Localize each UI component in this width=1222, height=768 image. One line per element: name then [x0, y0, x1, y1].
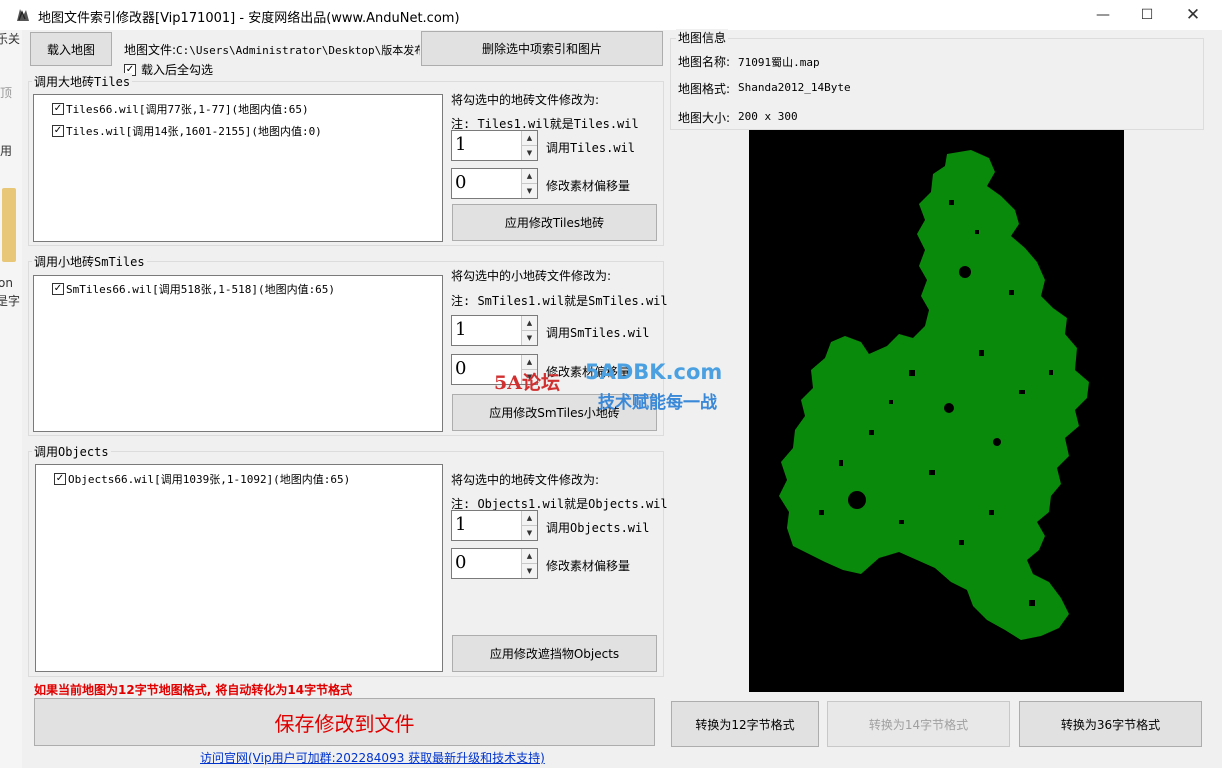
- list-item[interactable]: ✓ Tiles.wil[调用14张,1601-2155](地图内值:0): [52, 120, 442, 142]
- tiles-group-label: 调用大地砖Tiles: [32, 73, 133, 90]
- chevron-up-icon[interactable]: ▲: [522, 169, 537, 184]
- map-preview: [749, 130, 1124, 692]
- checkbox-icon: ✓: [52, 125, 64, 137]
- map-info-group-label: 地图信息: [676, 29, 729, 46]
- apply-objects-button[interactable]: 应用修改遮挡物Objects: [452, 635, 657, 672]
- list-item-label: Tiles.wil[调用14张,1601-2155](地图内值:0): [66, 125, 322, 138]
- objects-spin1-label: 调用Objects.wil: [546, 521, 650, 535]
- map-file-label: 地图文件:: [124, 43, 177, 57]
- tiles-modify-label: 将勾选中的地砖文件修改为:: [451, 93, 600, 107]
- checkbox-icon: ✓: [52, 283, 64, 295]
- chevron-down-icon[interactable]: ▼: [522, 526, 537, 540]
- edge-fragment: on: [0, 276, 13, 290]
- chevron-down-icon[interactable]: ▼: [522, 370, 537, 384]
- window-title: 地图文件索引修改器[Vip171001] - 安度网络出品(www.AnduNe…: [38, 11, 460, 26]
- edge-fragment: 是字: [0, 294, 21, 308]
- tiles-listbox[interactable]: ✓ Tiles66.wil[调用77张,1-77](地图内值:65) ✓ Til…: [33, 94, 443, 242]
- map-file-path: C:\Users\Administrator\Desktop\版本发布\: [176, 44, 420, 57]
- chevron-up-icon[interactable]: ▲: [522, 131, 537, 146]
- convert-12byte-button[interactable]: 转换为12字节格式: [671, 701, 819, 747]
- map-name-label: 地图名称:: [678, 55, 731, 69]
- stepper-value: 0: [455, 172, 467, 193]
- chevron-down-icon[interactable]: ▼: [522, 184, 537, 198]
- stepper-value: 0: [455, 552, 467, 573]
- edge-fragment: 乐关: [0, 32, 21, 46]
- checkbox-icon: ✓: [54, 473, 66, 485]
- official-site-link[interactable]: 访问官网(Vip用户可加群:202284093 获取最新升级和技术支持): [200, 749, 545, 766]
- objects-modify-label: 将勾选中的地砖文件修改为:: [451, 473, 600, 487]
- tiles-offset-stepper[interactable]: 0 ▲ ▼: [451, 168, 538, 199]
- objects-spin2-label: 修改素材偏移量: [546, 559, 631, 573]
- apply-tiles-button[interactable]: 应用修改Tiles地砖: [452, 204, 657, 241]
- map-format-label: 地图格式:: [678, 82, 731, 96]
- stepper-value: 0: [455, 358, 467, 379]
- chevron-down-icon[interactable]: ▼: [522, 146, 537, 160]
- chevron-up-icon[interactable]: ▲: [522, 511, 537, 526]
- tiles-spin2-label: 修改素材偏移量: [546, 179, 631, 193]
- chevron-down-icon[interactable]: ▼: [522, 331, 537, 345]
- app-icon: [17, 9, 29, 21]
- stepper-value: 1: [455, 134, 467, 155]
- chevron-up-icon[interactable]: ▲: [522, 549, 537, 564]
- list-item[interactable]: ✓ Objects66.wil[调用1039张,1-1092](地图内值:65): [54, 468, 442, 490]
- tiles-spin1-label: 调用Tiles.wil: [546, 141, 636, 155]
- stepper-value: 1: [455, 514, 467, 535]
- convert-14byte-button[interactable]: 转换为14字节格式: [827, 701, 1010, 747]
- chevron-up-icon[interactable]: ▲: [522, 355, 537, 370]
- stepper-value: 1: [455, 319, 467, 340]
- list-item-label: Objects66.wil[调用1039张,1-1092](地图内值:65): [68, 473, 351, 486]
- save-button[interactable]: 保存修改到文件: [34, 698, 655, 746]
- tiles-index-stepper[interactable]: 1 ▲ ▼: [451, 130, 538, 161]
- list-item-label: SmTiles66.wil[调用518张,1-518](地图内值:65): [66, 283, 336, 296]
- background-window-edge: 乐关 顶 用 on 是字: [0, 30, 22, 768]
- load-map-button[interactable]: 载入地图: [30, 32, 112, 66]
- map-format-value: Shanda2012_14Byte: [738, 81, 851, 94]
- smtiles-index-stepper[interactable]: 1 ▲ ▼: [451, 315, 538, 346]
- convert-36byte-button[interactable]: 转换为36字节格式: [1019, 701, 1202, 747]
- objects-offset-stepper[interactable]: 0 ▲ ▼: [451, 548, 538, 579]
- checkbox-icon: ✓: [52, 103, 64, 115]
- edge-fragment: 用: [0, 144, 13, 158]
- map-size-label: 地图大小:: [678, 111, 731, 125]
- chevron-up-icon[interactable]: ▲: [522, 316, 537, 331]
- smtiles-spin2-label: 修改素材偏移量: [546, 365, 631, 379]
- smtiles-note: 注: SmTiles1.wil就是SmTiles.wil: [451, 294, 668, 308]
- format-warning: 如果当前地图为12字节地图格式, 将自动转化为14字节格式: [34, 683, 353, 697]
- objects-listbox[interactable]: ✓ Objects66.wil[调用1039张,1-1092](地图内值:65): [35, 464, 443, 672]
- smtiles-modify-label: 将勾选中的小地砖文件修改为:: [451, 269, 612, 283]
- list-item-label: Tiles66.wil[调用77张,1-77](地图内值:65): [66, 103, 309, 116]
- auto-check-label: 载入后全勾选: [141, 63, 214, 77]
- close-icon[interactable]: ✕: [1170, 0, 1216, 30]
- smtiles-spin1-label: 调用SmTiles.wil: [546, 326, 650, 340]
- list-item[interactable]: ✓ SmTiles66.wil[调用518张,1-518](地图内值:65): [52, 278, 442, 300]
- objects-group-label: 调用Objects: [32, 443, 111, 460]
- folder-icon: [2, 188, 16, 262]
- objects-index-stepper[interactable]: 1 ▲ ▼: [451, 510, 538, 541]
- edge-fragment: 顶: [0, 86, 13, 100]
- maximize-icon[interactable]: ☐: [1124, 0, 1170, 30]
- auto-check-checkbox[interactable]: ✓ 载入后全勾选: [124, 61, 213, 78]
- minimize-icon[interactable]: —: [1080, 0, 1126, 30]
- apply-smtiles-button[interactable]: 应用修改SmTiles小地砖: [452, 394, 657, 431]
- smtiles-offset-stepper[interactable]: 0 ▲ ▼: [451, 354, 538, 385]
- smtiles-group-label: 调用小地砖SmTiles: [32, 253, 147, 270]
- list-item[interactable]: ✓ Tiles66.wil[调用77张,1-77](地图内值:65): [52, 98, 442, 120]
- map-size-value: 200 x 300: [738, 110, 798, 123]
- chevron-down-icon[interactable]: ▼: [522, 564, 537, 578]
- map-name-value: 71091蜀山.map: [738, 56, 820, 69]
- smtiles-listbox[interactable]: ✓ SmTiles66.wil[调用518张,1-518](地图内值:65): [33, 275, 443, 432]
- delete-selected-button[interactable]: 删除选中项索引和图片: [421, 31, 663, 66]
